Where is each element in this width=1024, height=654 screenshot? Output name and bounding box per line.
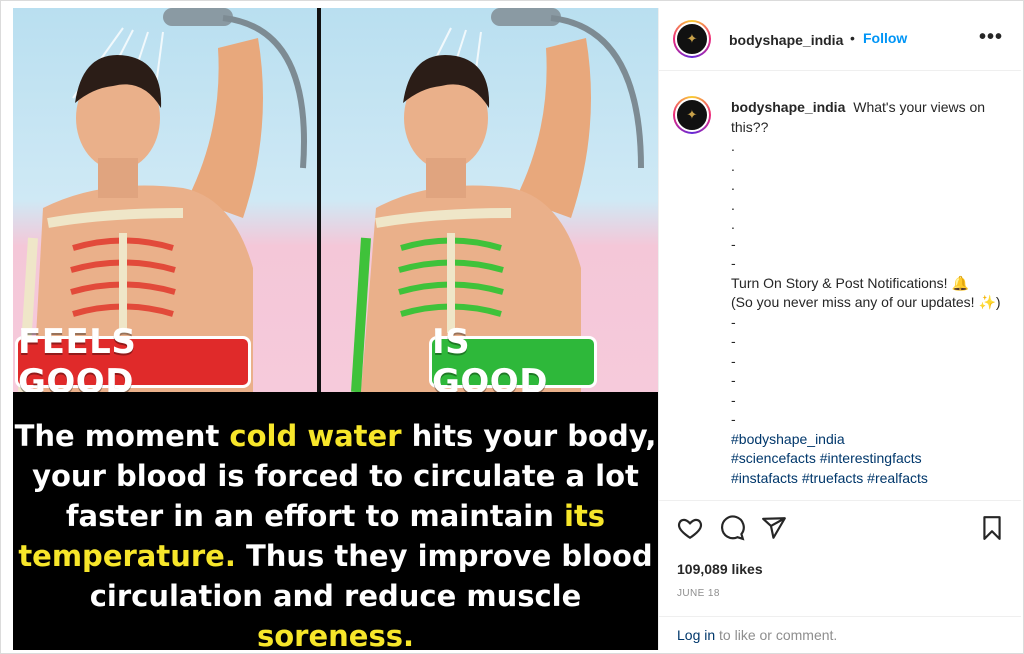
login-text: to like or comment. [715, 627, 838, 643]
hashtag-link[interactable]: #sciencefacts #interestingfacts [731, 449, 1003, 469]
caption-highlight-soreness: soreness. [256, 619, 414, 650]
likes-count[interactable]: 109,089 likes [677, 561, 763, 577]
caption-dot-line: . [731, 177, 735, 193]
caption-dash-line: - [731, 411, 736, 427]
post-sidebar: ✦ bodyshape_india • Follow ••• ✦ bodysha… [658, 8, 1021, 650]
caption-first-line: bodyshape_india What's your views on thi… [731, 98, 1003, 137]
post-date[interactable]: JUNE 18 [677, 588, 720, 599]
caption-dash-line: - [731, 372, 736, 388]
badge-is-good: IS GOOD [429, 322, 597, 402]
header-separator: • [850, 30, 855, 46]
paper-plane-icon[interactable] [761, 515, 787, 541]
caption-dash-line: - [731, 255, 736, 271]
badge-feels-good: FEELS GOOD [15, 322, 251, 402]
caption-dot-line: . [731, 138, 735, 154]
caption-dash-line: - [731, 333, 736, 349]
avatar-logo-icon: ✦ [675, 22, 709, 56]
caption-part1: The moment [14, 419, 230, 453]
caption-dash-line: - [731, 391, 736, 408]
caption-avatar[interactable]: ✦ [673, 96, 711, 134]
post-header: ✦ bodyshape_india • Follow ••• [659, 8, 1021, 71]
comment-icon[interactable] [719, 515, 745, 541]
login-link[interactable]: Log in [677, 627, 715, 643]
hashtag-link[interactable]: #bodyshape_india [731, 430, 1003, 450]
heart-icon[interactable] [677, 515, 703, 541]
avatar-logo-icon: ✦ [675, 98, 709, 132]
caption-dot-line: . [731, 196, 735, 213]
post-image[interactable]: FEELS GOOD IS GOOD The moment cold water… [13, 8, 658, 650]
caption-notify-line-2: (So you never miss any of our updates! ✨… [731, 294, 1001, 310]
hashtag-link[interactable]: #instafacts #truefacts #realfacts [731, 469, 1003, 489]
post-caption: bodyshape_india What's your views on thi… [731, 98, 1003, 488]
header-username[interactable]: bodyshape_india [729, 32, 843, 48]
caption-dash-line: - [731, 352, 736, 369]
caption-dash-line: - [731, 313, 736, 330]
caption-dot-line: . [731, 216, 735, 232]
image-caption-box: The moment cold water hits your body, yo… [13, 392, 658, 650]
caption-dot-line: . [731, 157, 735, 174]
caption-highlight-cold-water: cold water [229, 419, 402, 453]
follow-button[interactable]: Follow [863, 30, 907, 46]
action-bar [659, 500, 1021, 550]
comments-area[interactable]: ✦ bodyshape_india What's your views on t… [659, 72, 1021, 500]
bookmark-icon[interactable] [979, 515, 1005, 541]
image-caption-text: The moment cold water hits your body, yo… [13, 416, 658, 650]
caption-username[interactable]: bodyshape_india [731, 99, 845, 115]
avatar[interactable]: ✦ [673, 20, 711, 58]
caption-notify-line: Turn On Story & Post Notifications! 🔔 [731, 274, 969, 291]
caption-dash-line: - [731, 235, 736, 252]
more-options-icon[interactable]: ••• [979, 26, 1003, 49]
login-prompt: Log in to like or comment. [659, 616, 1021, 650]
